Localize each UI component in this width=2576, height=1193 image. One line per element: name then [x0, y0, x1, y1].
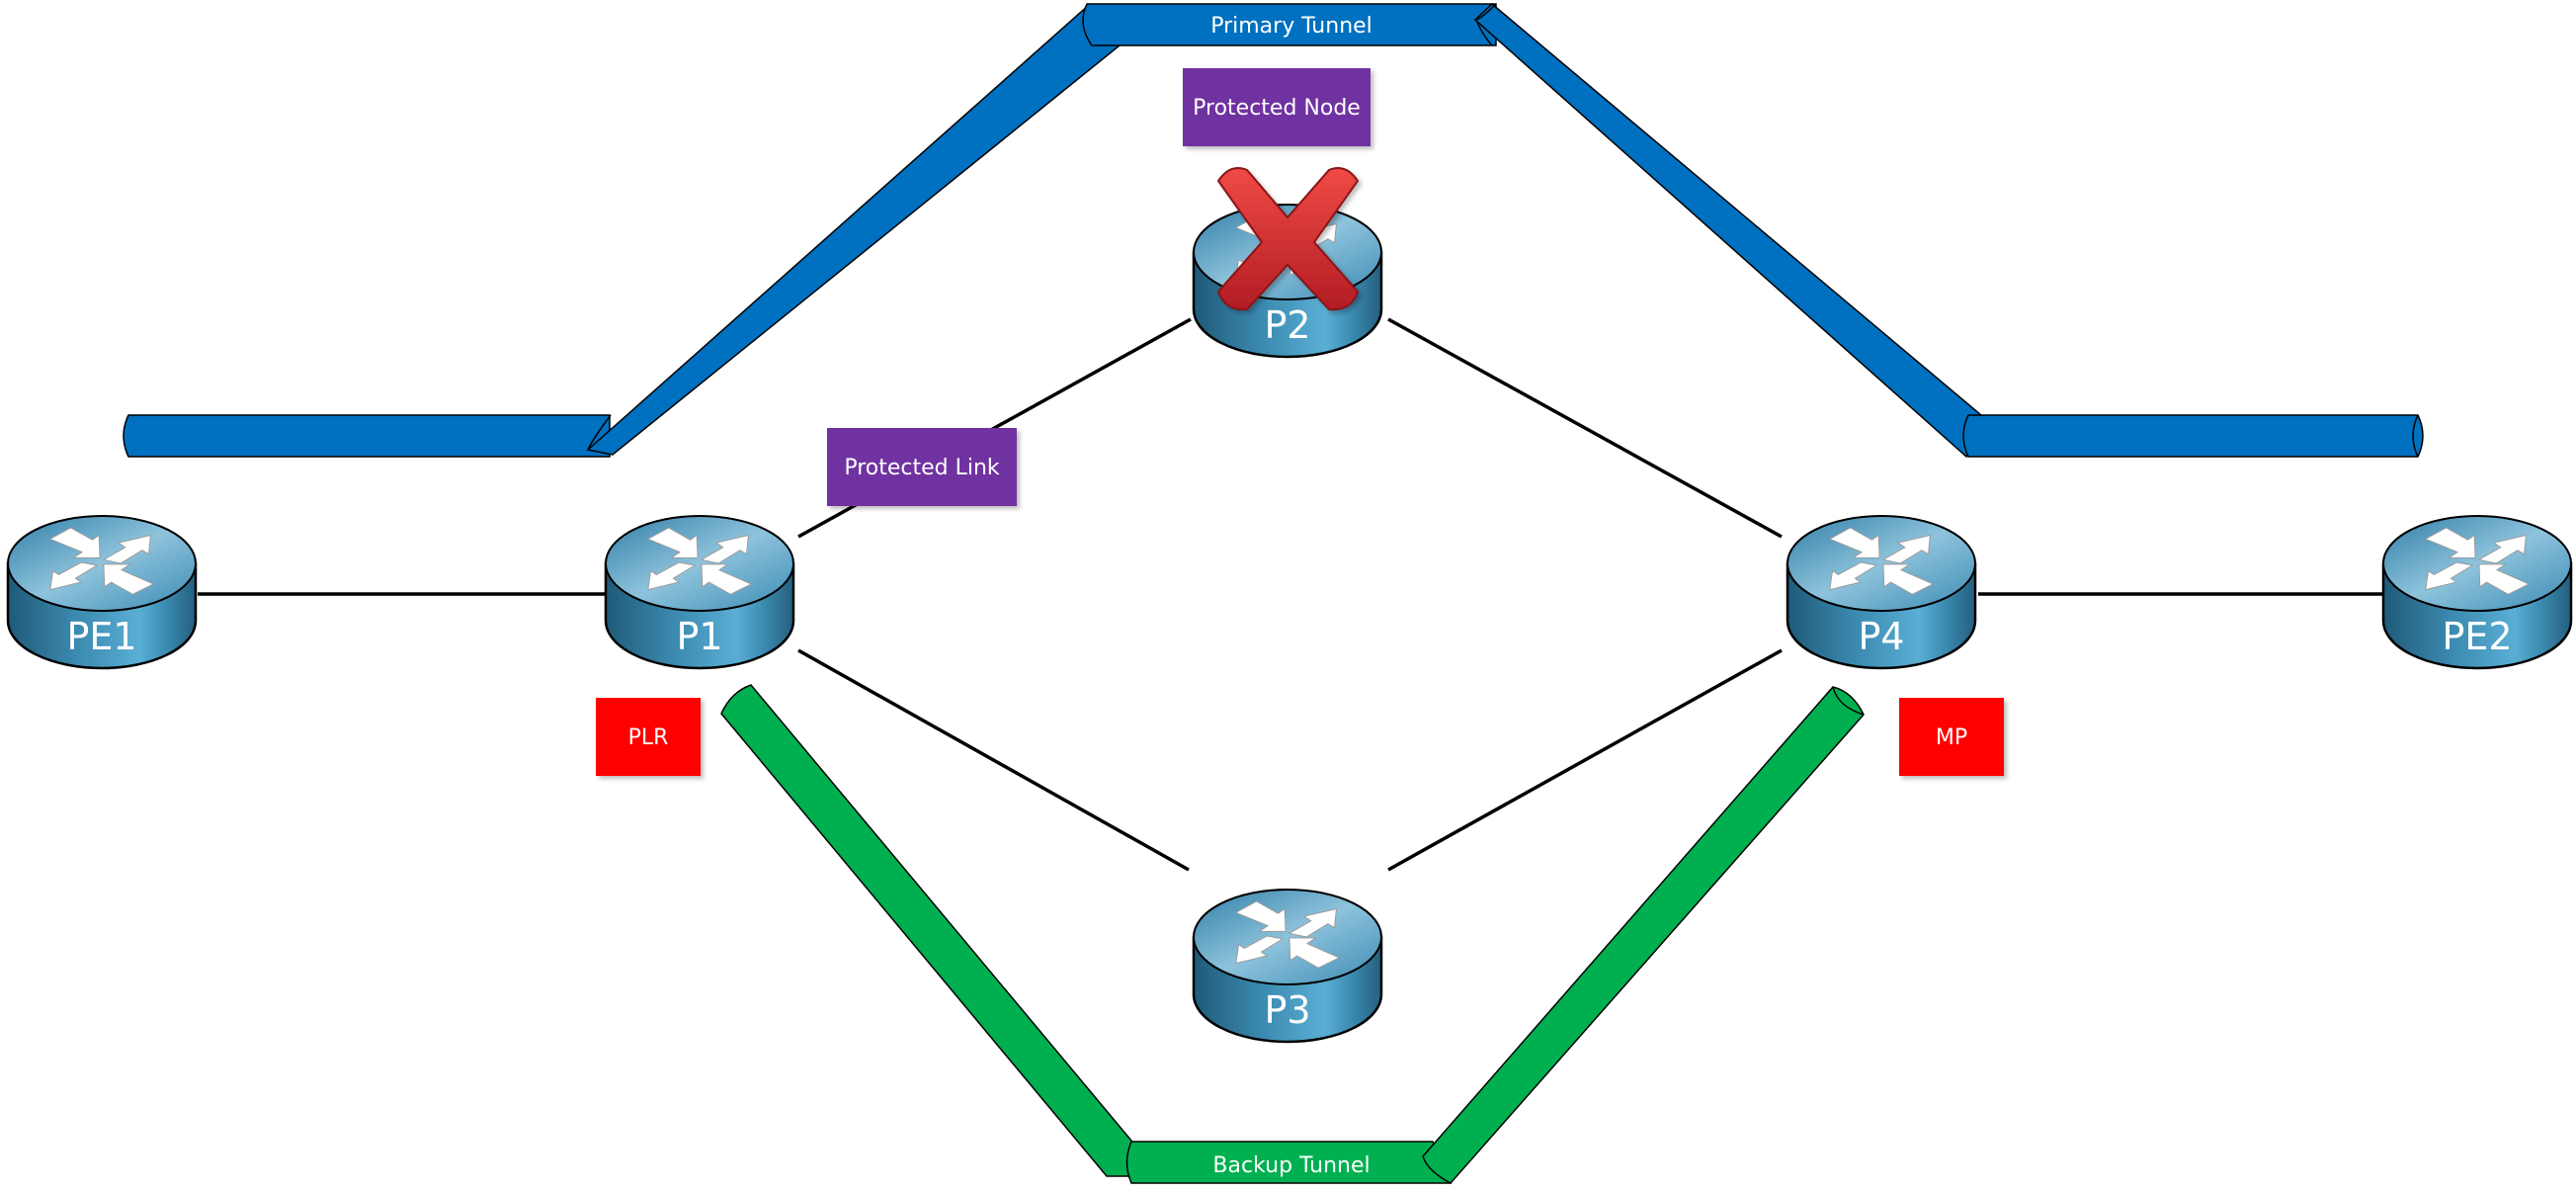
router-pe1[interactable]: PE1 [6, 515, 198, 670]
mp-badge: MP [1899, 698, 2004, 776]
router-label: P3 [1264, 988, 1310, 1032]
router-top [1787, 515, 1976, 612]
router-label: P4 [1858, 615, 1904, 658]
router-p1[interactable]: P1 [604, 515, 795, 670]
primary-tunnel-ascending-segment [586, 3, 1122, 456]
backup-tunnel-right-segment [1422, 686, 1865, 1184]
router-top [2382, 515, 2572, 612]
routers: PE1 P1 P2 P3 P4 PE2 [6, 204, 2573, 1044]
router-label: P2 [1264, 303, 1310, 347]
links [198, 317, 2384, 872]
plr-label: PLR [628, 725, 669, 750]
primary-tunnel-left-segment [123, 414, 611, 458]
router-label: PE1 [66, 615, 136, 658]
protected-node-label: Protected Node [1193, 96, 1361, 121]
router-top [1193, 889, 1382, 985]
router-p4[interactable]: P4 [1786, 515, 1977, 670]
router-p3[interactable]: P3 [1192, 889, 1383, 1044]
router-top [605, 515, 794, 612]
primary-tunnel-right-segment [1962, 414, 2424, 458]
protected-node-badge: Protected Node [1183, 68, 1371, 146]
backup-tunnel-left-segment [720, 684, 1137, 1177]
router-pe2[interactable]: PE2 [2381, 515, 2573, 670]
router-top [7, 515, 197, 612]
protected-link-label: Protected Link [844, 456, 1000, 480]
mp-label: MP [1936, 725, 1967, 750]
link-p2-p4 [1387, 317, 1783, 539]
backup-tunnel-label: Backup Tunnel [1212, 1153, 1370, 1178]
network-diagram: Primary Tunnel Backup Tunnel PE1 P1 P2 P3 P4… [6, 2, 2573, 1184]
protected-link-badge: Protected Link [827, 428, 1017, 506]
primary-tunnel-descending-segment [1473, 2, 1982, 459]
router-label: P1 [676, 615, 722, 658]
router-label: PE2 [2442, 615, 2512, 658]
plr-badge: PLR [596, 698, 701, 776]
primary-tunnel-label: Primary Tunnel [1210, 14, 1372, 39]
